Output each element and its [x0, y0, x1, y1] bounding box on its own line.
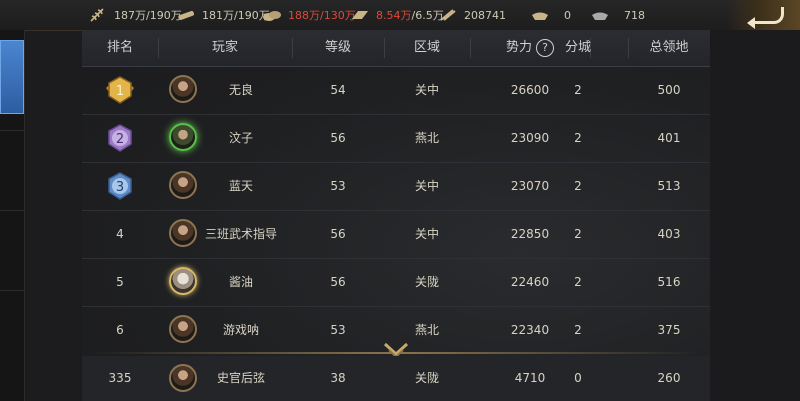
player-name[interactable]: 蓝天	[197, 162, 285, 210]
resource-iron[interactable]: 8.54万/6.5万	[350, 0, 444, 30]
side-tab-selected[interactable]	[0, 40, 24, 114]
avatar[interactable]	[169, 364, 197, 392]
cities: 0	[574, 371, 582, 385]
region: 燕北	[414, 131, 439, 145]
resource-stone[interactable]: 188万/130万	[262, 0, 356, 30]
territory: 260	[657, 371, 681, 385]
player-name[interactable]: 汶子	[197, 114, 285, 162]
level: 53	[330, 323, 346, 337]
territory: 401	[657, 131, 681, 145]
territory: 500	[657, 83, 681, 97]
silver-value: 718	[624, 8, 645, 22]
table-row[interactable]: 2 汶子 56 燕北 23090 2 401	[82, 114, 710, 163]
player-name[interactable]: 游戏呐	[197, 306, 285, 354]
side-tabs	[0, 30, 25, 401]
decree-value: 208741	[464, 8, 506, 22]
rank-number: 6	[116, 323, 124, 337]
cities: 2	[574, 179, 582, 193]
region: 关中	[414, 179, 439, 193]
rank-number: 5	[116, 275, 124, 289]
player-name[interactable]: 三班武术指导	[197, 210, 285, 258]
avatar[interactable]	[169, 267, 197, 295]
tab-divider	[0, 210, 24, 211]
rank-number: 2	[116, 132, 124, 147]
cities: 2	[574, 323, 582, 337]
avatar[interactable]	[169, 75, 197, 103]
gold-value: 0	[564, 8, 571, 22]
player-name[interactable]: 无良	[197, 66, 285, 114]
stone-value: 188万/130万	[288, 9, 356, 22]
resource-silver[interactable]: 718	[590, 0, 645, 30]
col-region: 区域	[413, 40, 440, 55]
rank-number: 4	[116, 227, 124, 241]
my-rank-row[interactable]: 335 史官后弦 38 关陇 4710 0 260	[82, 356, 710, 401]
wood-icon	[178, 10, 194, 20]
rank-number: 3	[116, 180, 124, 195]
rank-number: 1	[116, 84, 124, 99]
table-row[interactable]: 5 酱油 56 关陇 22460 2 516	[82, 258, 710, 307]
cities: 2	[574, 275, 582, 289]
rank-bronze-badge-icon: 3	[104, 170, 136, 202]
cities: 2	[574, 131, 582, 145]
rank-silver-badge-icon: 2	[104, 122, 136, 154]
region: 关陇	[414, 275, 439, 289]
wood-value: 181万/190万	[202, 9, 270, 22]
table-row[interactable]: 1 无良 54 关中 26600 2 500	[82, 66, 710, 115]
resource-bar: 187万/190万 181万/190万 188万/130万 8.54万/6.5万…	[0, 0, 800, 34]
table-row[interactable]: 4 三班武术指导 56 关中 22850 2 403	[82, 210, 710, 259]
region: 关中	[414, 227, 439, 241]
avatar[interactable]	[169, 219, 197, 247]
iron-value: 8.54万/6.5万	[376, 7, 444, 23]
level: 53	[330, 179, 346, 193]
tab-divider	[0, 130, 24, 131]
back-button[interactable]	[726, 0, 800, 34]
resource-wood[interactable]: 181万/190万	[176, 0, 270, 30]
player-name[interactable]: 史官后弦	[197, 356, 285, 401]
col-cities: 分城	[564, 40, 591, 55]
territory: 375	[657, 323, 681, 337]
background-right	[710, 30, 800, 401]
region: 关中	[414, 83, 439, 97]
cities: 2	[574, 83, 582, 97]
territory: 403	[657, 227, 681, 241]
stone-icon	[263, 11, 281, 21]
col-rank: 排名	[106, 40, 133, 55]
iron-icon	[352, 11, 368, 19]
tab-divider	[0, 290, 24, 291]
resource-decree[interactable]: 208741	[438, 0, 506, 30]
table-row[interactable]: 3 蓝天 53 关中 23070 2 513	[82, 162, 710, 211]
level: 38	[330, 371, 346, 385]
level: 56	[330, 131, 346, 145]
territory: 516	[657, 275, 681, 289]
col-level: 等级	[324, 40, 351, 55]
food-value: 187万/190万	[114, 9, 182, 22]
col-territory: 总领地	[649, 40, 689, 55]
region: 关陇	[414, 371, 439, 385]
avatar[interactable]	[169, 171, 197, 199]
level: 56	[330, 227, 346, 241]
avatar[interactable]	[169, 123, 197, 151]
rank-gold-badge-icon: 1	[104, 74, 136, 106]
player-name[interactable]: 酱油	[197, 258, 285, 306]
col-player: 玩家	[211, 40, 238, 55]
table-header: 排名 玩家 等级 区域 势力? 分城 总领地	[82, 30, 710, 67]
level: 54	[330, 83, 346, 97]
decree-icon	[440, 9, 456, 21]
territory: 513	[657, 179, 681, 193]
wheat-icon	[90, 8, 104, 22]
level: 56	[330, 275, 346, 289]
resource-food[interactable]: 187万/190万	[88, 0, 182, 30]
iron-value-current: 8.54万	[376, 9, 412, 22]
silver-icon	[592, 12, 608, 20]
rank-number: 335	[108, 371, 132, 385]
gold-ingot-icon	[532, 12, 548, 20]
ranking-table: 排名 玩家 等级 区域 势力? 分城 总领地 1 无良 54 关中 26600 …	[82, 30, 710, 401]
resource-gold[interactable]: 0	[530, 0, 571, 30]
avatar[interactable]	[169, 315, 197, 343]
cities: 2	[574, 227, 582, 241]
return-arrow-icon	[747, 7, 784, 29]
